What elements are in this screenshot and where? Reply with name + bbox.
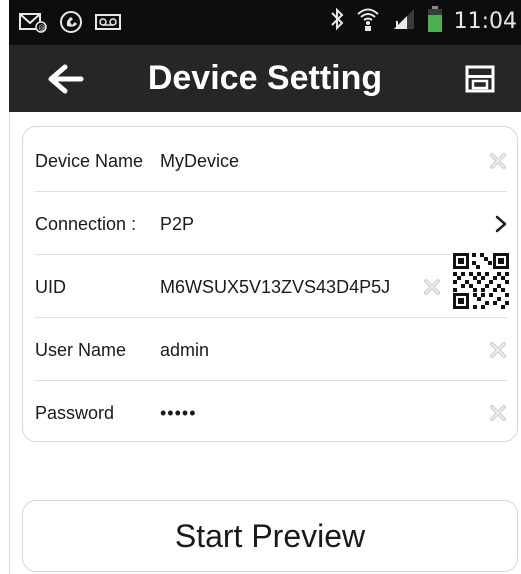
device-name-row: Device Name	[35, 130, 507, 192]
back-button[interactable]	[47, 63, 87, 95]
voicemail-icon: @	[19, 11, 47, 37]
start-preview-button[interactable]: Start Preview	[22, 500, 518, 572]
connection-separator: :	[131, 214, 137, 234]
password-field[interactable]	[160, 382, 420, 444]
chevron-right-icon	[495, 215, 507, 233]
clear-password-icon[interactable]	[489, 404, 507, 422]
bluetooth-icon	[330, 7, 344, 35]
uid-row: UID	[35, 256, 507, 318]
connection-row[interactable]: Connection : P2P	[35, 193, 507, 255]
save-icon	[465, 65, 495, 93]
password-label: Password	[35, 403, 115, 423]
wifi-icon	[356, 6, 380, 36]
back-arrow-icon	[48, 64, 84, 94]
app-bar: Device Setting	[9, 45, 521, 112]
device-settings-card: Device Name Connection : P2P UID User Na…	[22, 126, 518, 444]
device-name-field[interactable]	[160, 130, 420, 192]
user-name-field[interactable]	[160, 319, 420, 381]
clear-device-name-icon[interactable]	[489, 152, 507, 170]
tape-icon	[95, 14, 121, 34]
signal-icon	[392, 7, 416, 35]
status-bar: @ 11:04	[9, 0, 521, 45]
status-time: 11:04	[453, 8, 517, 34]
qr-code-icon[interactable]	[451, 251, 511, 311]
clear-uid-icon[interactable]	[423, 278, 441, 296]
clear-user-name-icon[interactable]	[489, 341, 507, 359]
status-notifications: @	[19, 10, 121, 38]
device-name-label: Device Name	[35, 151, 144, 171]
svg-text:@: @	[39, 24, 46, 32]
battery-icon	[427, 6, 442, 36]
connection-label: Connection :	[35, 193, 136, 255]
uid-label: UID	[35, 277, 66, 297]
password-row: Password	[35, 382, 507, 444]
save-button[interactable]	[464, 63, 496, 95]
status-system: 11:04	[330, 6, 517, 36]
missed-call-icon	[59, 10, 83, 38]
user-name-row: User Name	[35, 319, 507, 381]
connection-label-text: Connection	[35, 214, 127, 234]
connection-value: P2P	[160, 214, 195, 234]
uid-field[interactable]	[160, 256, 405, 318]
left-edge	[9, 112, 10, 574]
user-name-label: User Name	[35, 340, 127, 360]
